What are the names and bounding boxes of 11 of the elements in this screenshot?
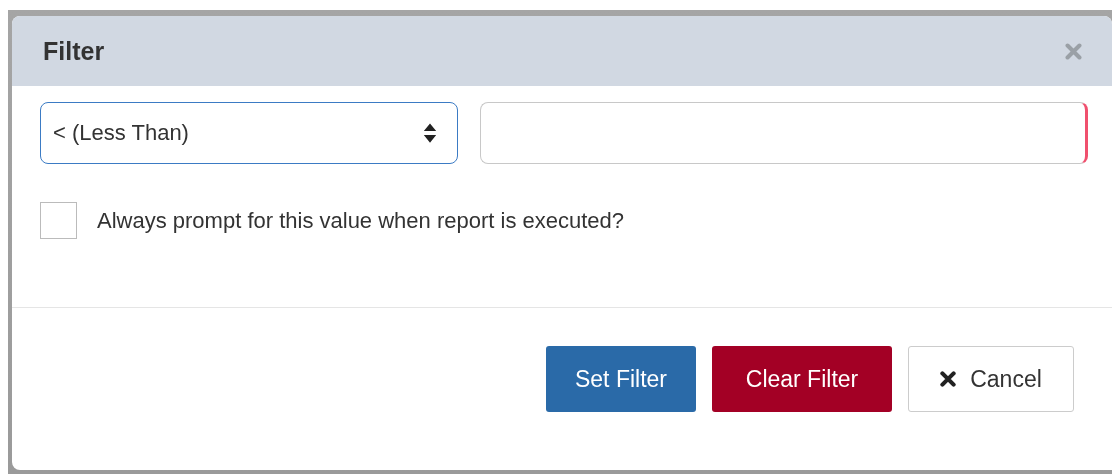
filter-button[interactable]: Clear Filter bbox=[712, 346, 892, 412]
value-input-field[interactable] bbox=[480, 102, 1088, 164]
close-icon bbox=[940, 371, 957, 387]
dialog-title: Filter bbox=[43, 36, 105, 66]
cancel-button[interactable]: Cancel bbox=[908, 346, 1074, 412]
operator-select[interactable]: < (Less Than) bbox=[40, 102, 458, 164]
sort-caret-icon bbox=[423, 122, 437, 144]
filter-button[interactable]: Set Filter bbox=[546, 346, 696, 412]
close-icon[interactable] bbox=[1065, 42, 1082, 60]
checkbox-label: Always prompt for this value when report is executed? bbox=[97, 207, 625, 234]
checkbox[interactable] bbox=[40, 202, 77, 239]
